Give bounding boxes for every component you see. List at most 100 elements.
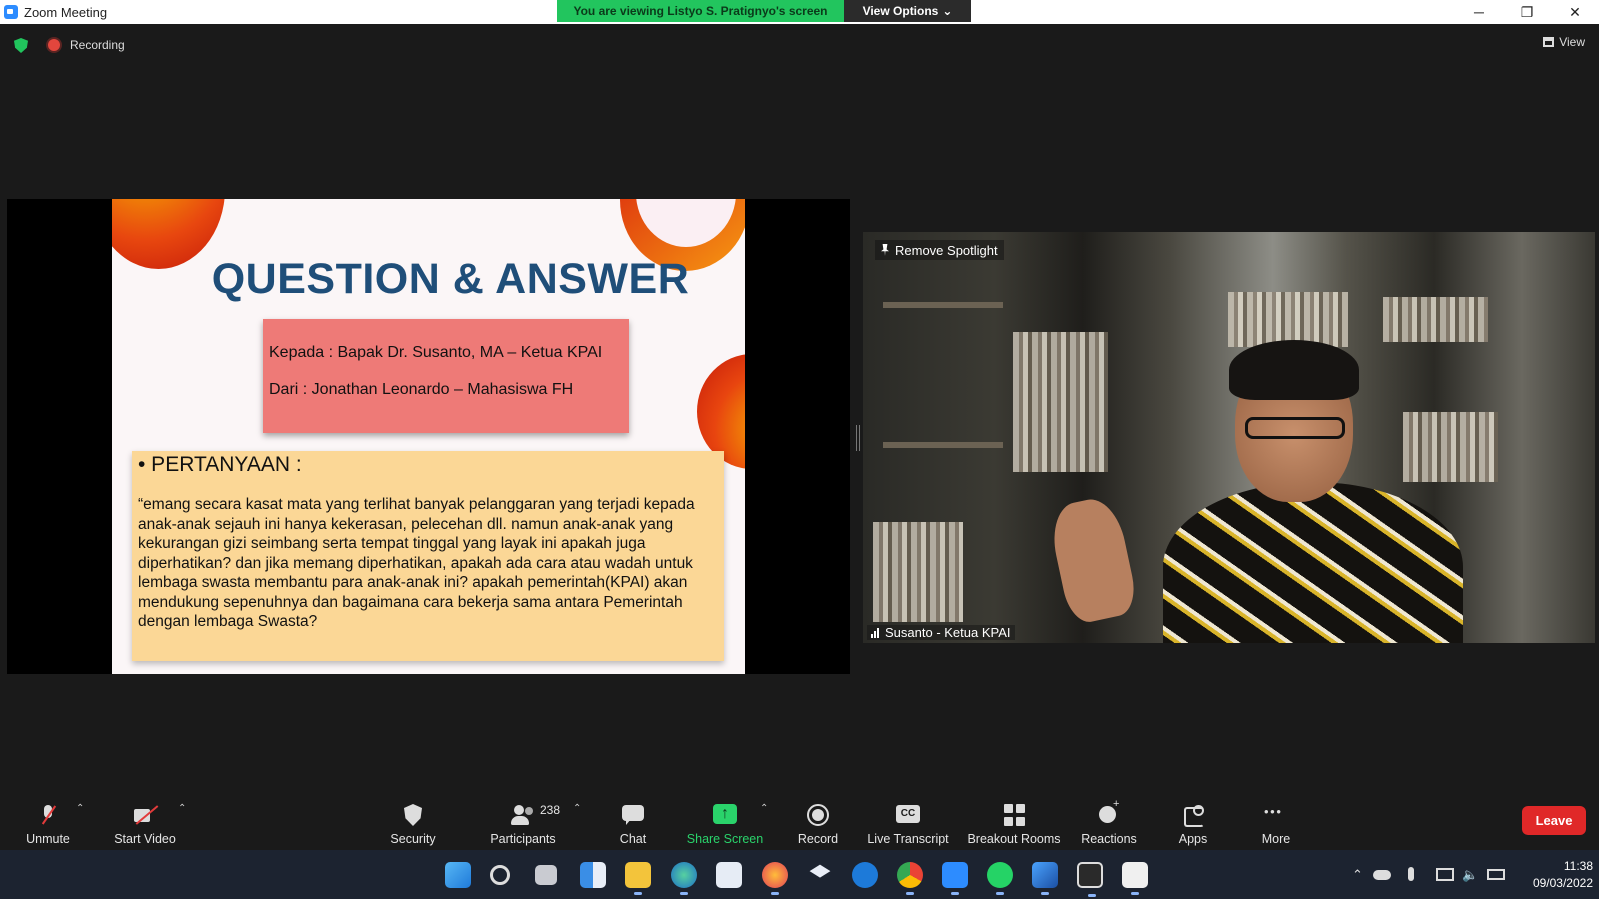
apps-label: Apps xyxy=(1178,832,1208,846)
breakout-rooms-button[interactable]: Breakout Rooms xyxy=(966,793,1062,850)
participant-glasses xyxy=(1245,417,1345,439)
question-text: “emang secara kasat mata yang terlihat b… xyxy=(138,496,695,630)
shared-screen: QUESTION & ANSWER Kepada : Bapak Dr. Sus… xyxy=(7,199,850,674)
microphone-icon[interactable] xyxy=(1408,867,1414,881)
spotlight-video-tile[interactable]: Remove Spotlight Susanto - Ketua KPAI xyxy=(863,232,1595,643)
tray-overflow-icon[interactable]: ⌃ xyxy=(1352,867,1363,883)
more-icon xyxy=(1264,804,1292,826)
participant-body xyxy=(1163,482,1463,643)
participants-options-caret[interactable]: ⌃ xyxy=(573,803,581,814)
widgets-icon[interactable] xyxy=(580,862,606,888)
more-label: More xyxy=(1261,832,1291,846)
whatsapp-icon[interactable] xyxy=(987,862,1013,895)
books xyxy=(1228,292,1348,347)
muted-microphone-icon xyxy=(36,804,60,826)
start-video-button[interactable]: Start Video xyxy=(110,793,180,850)
live-transcript-label: Live Transcript xyxy=(867,832,949,846)
share-screen-icon xyxy=(713,804,737,826)
participants-button[interactable]: Participants xyxy=(488,793,558,850)
window-controls: ─ ❐ ✕ xyxy=(1455,0,1599,24)
chat-icon xyxy=(621,804,645,826)
recording-label[interactable]: Recording xyxy=(70,38,125,52)
grid-view-icon xyxy=(1543,37,1555,47)
books xyxy=(1383,297,1488,342)
security-label: Security xyxy=(390,832,436,846)
leave-button[interactable]: Leave xyxy=(1522,806,1586,835)
breakout-rooms-icon xyxy=(1002,804,1026,826)
video-options-caret[interactable]: ⌃ xyxy=(178,803,186,814)
participant-count: 238 xyxy=(540,803,561,817)
signal-strength-icon xyxy=(871,627,879,638)
unmute-label: Unmute xyxy=(26,832,70,846)
unmute-button[interactable]: Unmute xyxy=(20,793,76,850)
restore-button[interactable]: ❐ xyxy=(1503,0,1551,24)
reactions-button[interactable]: Reactions xyxy=(1080,793,1138,850)
books xyxy=(1013,332,1108,472)
photos-icon[interactable] xyxy=(1032,862,1058,895)
taskbar-clock[interactable]: 11:38 09/03/2022 xyxy=(1519,858,1593,892)
chrome-icon[interactable] xyxy=(897,862,923,895)
question-heading: • PERTANYAAN : xyxy=(138,453,302,476)
recording-icon xyxy=(48,39,60,51)
windows-taskbar: ⌃ 🔈 xyxy=(0,850,1599,899)
firefox-icon[interactable] xyxy=(762,862,788,895)
participants-label: Participants xyxy=(490,832,556,846)
shield-icon xyxy=(404,804,422,826)
record-button[interactable]: Record xyxy=(796,793,840,850)
slide-title: QUESTION & ANSWER xyxy=(211,255,690,303)
minimize-button[interactable]: ─ xyxy=(1455,0,1503,24)
more-button[interactable]: More xyxy=(1258,793,1294,850)
share-banner: You are viewing Listyo S. Pratignyo's sc… xyxy=(557,0,971,22)
task-view-icon[interactable] xyxy=(535,865,557,885)
remove-spotlight-button[interactable]: Remove Spotlight xyxy=(875,240,1004,260)
app-icon[interactable] xyxy=(852,862,878,888)
start-icon[interactable] xyxy=(445,862,471,888)
share-banner-message: You are viewing Listyo S. Pratignyo's sc… xyxy=(557,0,844,22)
share-screen-button[interactable]: Share Screen xyxy=(686,793,764,850)
security-button[interactable]: Security xyxy=(388,793,438,850)
participant-name: Susanto - Ketua KPAI xyxy=(885,625,1011,640)
view-options-button[interactable]: View Options ⌄ xyxy=(844,0,971,22)
store-icon[interactable] xyxy=(716,862,742,888)
battery-icon[interactable] xyxy=(1487,869,1505,880)
chat-button[interactable]: Chat xyxy=(618,793,648,850)
live-transcript-button[interactable]: Live Transcript xyxy=(866,793,950,850)
bookshelf xyxy=(883,442,1003,448)
participant-hair xyxy=(1229,340,1359,400)
slide-to-line: Kepada : Bapak Dr. Susanto, MA – Ketua K… xyxy=(269,344,603,361)
bookshelf xyxy=(883,302,1003,308)
clock-time: 11:38 xyxy=(1563,859,1593,873)
zoom-icon[interactable] xyxy=(942,862,968,895)
presentation-slide: QUESTION & ANSWER Kepada : Bapak Dr. Sus… xyxy=(112,199,745,674)
view-options-label: View Options xyxy=(862,4,939,18)
record-label: Record xyxy=(797,832,839,846)
audio-options-caret[interactable]: ⌃ xyxy=(76,803,84,814)
share-options-caret[interactable]: ⌃ xyxy=(760,803,768,814)
apps-icon xyxy=(1181,804,1205,827)
search-icon[interactable] xyxy=(490,865,510,885)
view-label: View xyxy=(1559,35,1585,49)
network-icon[interactable] xyxy=(1436,868,1454,881)
books xyxy=(1403,412,1498,482)
apps-button[interactable]: Apps xyxy=(1178,793,1208,850)
breakout-rooms-label: Breakout Rooms xyxy=(967,832,1061,846)
view-button[interactable]: View xyxy=(1543,35,1585,49)
onedrive-icon[interactable] xyxy=(1373,870,1391,880)
pin-icon xyxy=(881,244,889,256)
volume-icon[interactable]: 🔈 xyxy=(1462,867,1478,883)
record-icon xyxy=(806,804,830,826)
edge-icon[interactable] xyxy=(671,862,697,895)
encryption-shield-icon[interactable] xyxy=(14,38,28,53)
file-explorer-icon[interactable] xyxy=(625,862,651,895)
window-title: Zoom Meeting xyxy=(24,4,108,20)
clock-date: 09/03/2022 xyxy=(1532,876,1593,890)
question-box: • PERTANYAAN : “emang secara kasat mata … xyxy=(132,451,724,661)
panel-resize-handle[interactable] xyxy=(856,425,860,451)
snipping-icon[interactable] xyxy=(1122,862,1148,895)
dropbox-icon[interactable] xyxy=(809,864,831,878)
participant-hand xyxy=(1046,494,1140,626)
address-box: Kepada : Bapak Dr. Susanto, MA – Ketua K… xyxy=(263,319,629,433)
close-button[interactable]: ✕ xyxy=(1551,0,1599,24)
notion-icon[interactable] xyxy=(1077,862,1103,897)
reactions-label: Reactions xyxy=(1081,832,1137,846)
